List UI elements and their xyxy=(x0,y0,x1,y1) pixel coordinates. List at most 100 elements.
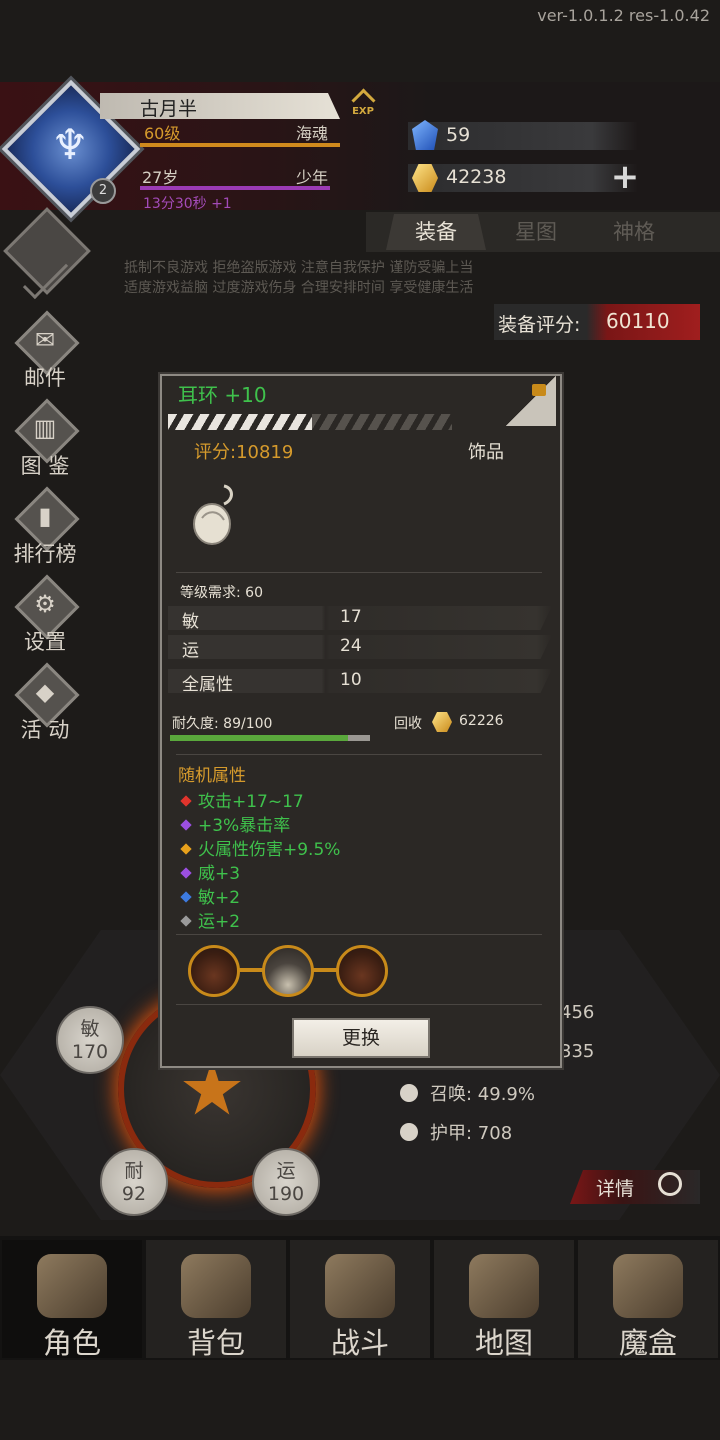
random-attribute-text: +3%暴击率 xyxy=(198,816,291,836)
nav-backpack[interactable]: 背包 xyxy=(146,1240,286,1360)
gem-socket[interactable] xyxy=(336,945,388,997)
nav-map-label: 地图 xyxy=(474,1326,533,1360)
details-label[interactable]: 详情 xyxy=(596,1174,634,1201)
nav-battle-label: 战斗 xyxy=(330,1326,389,1360)
random-attribute: 火属性伤害+9.5% xyxy=(180,835,341,860)
gear-icon: ⚙ xyxy=(34,590,56,618)
nav-magic-box[interactable]: 魔盒 xyxy=(578,1240,718,1360)
player-class: 海魂 xyxy=(296,124,329,143)
nav-battle[interactable]: 战斗 xyxy=(290,1240,430,1360)
replace-button[interactable]: 更换 xyxy=(292,1018,430,1058)
separator xyxy=(176,754,542,755)
magic-box-icon xyxy=(613,1254,683,1318)
level-requirement: 等级需求: 60 xyxy=(180,585,263,601)
stat-endurance[interactable]: 耐 92 xyxy=(100,1148,168,1216)
right-stat-1: 456 xyxy=(560,1002,595,1023)
avatar-badge: 2 xyxy=(90,178,116,204)
socket-link xyxy=(236,968,264,972)
attribute-value: 17 xyxy=(340,607,362,627)
random-attribute-text: 火属性伤害+9.5% xyxy=(198,840,341,860)
lock-toggle[interactable] xyxy=(506,376,556,426)
bar-chart-icon: ▮ xyxy=(38,502,52,530)
gray-gem-icon xyxy=(180,915,192,927)
earring-icon xyxy=(193,484,233,545)
exp-icon[interactable]: EXP xyxy=(350,92,376,118)
enhance-progress xyxy=(168,414,312,430)
menu-mail[interactable]: ✉ 邮件 xyxy=(8,310,82,390)
random-attribute-text: 运+2 xyxy=(198,912,241,932)
random-attributes-title: 随机属性 xyxy=(178,766,246,786)
durability-bar-fill xyxy=(170,735,348,741)
stat-agility[interactable]: 敏 170 xyxy=(56,1006,124,1074)
red-gem-icon xyxy=(180,795,192,807)
name-plate xyxy=(100,93,340,119)
attribute-value: 24 xyxy=(340,636,362,656)
stat-luck-name: 运 xyxy=(276,1160,296,1182)
lock-icon xyxy=(532,384,546,396)
tab-equipment[interactable]: 装备 xyxy=(386,214,486,250)
equip-score-value: 60110 xyxy=(606,309,670,333)
summon-stat-text: 召唤: 49.9% xyxy=(430,1084,535,1105)
random-attribute-text: 攻击+17~17 xyxy=(198,792,304,812)
random-attribute: 威+3 xyxy=(180,859,241,884)
blue-gem-icon xyxy=(180,891,192,903)
tab-star-map[interactable]: 星图 xyxy=(486,214,586,250)
version-label: ver-1.0.1.2 res-1.0.42 xyxy=(537,6,710,25)
menu-settings[interactable]: ⚙ 设置 xyxy=(8,574,82,654)
recycle-label: 回收 xyxy=(394,716,422,732)
random-attribute: +3%暴击率 xyxy=(180,811,291,836)
separator xyxy=(176,934,542,935)
menu-codex[interactable]: ▥ 图 鉴 xyxy=(8,398,82,478)
gem-count: 59 xyxy=(446,124,471,146)
menu-settings-label: 设置 xyxy=(24,630,66,654)
trident-icon: ♆ xyxy=(51,120,89,169)
stat-agility-name: 敏 xyxy=(80,1018,100,1040)
menu-ranking[interactable]: ▮ 排行榜 xyxy=(8,486,82,566)
purple-gem-icon xyxy=(180,867,192,879)
add-currency-icon[interactable]: + xyxy=(608,160,642,194)
random-attribute-text: 威+3 xyxy=(198,864,241,884)
gem-socket[interactable] xyxy=(188,945,240,997)
gold-currency-bar xyxy=(408,164,638,192)
scroll-map-icon xyxy=(469,1254,539,1318)
mail-icon: ✉ xyxy=(34,326,56,354)
nav-map[interactable]: 地图 xyxy=(434,1240,574,1360)
right-stat-2: 335 xyxy=(560,1041,595,1062)
age-bar xyxy=(140,186,330,190)
gem-currency-bar xyxy=(408,122,638,150)
stat-agility-value: 170 xyxy=(71,1041,109,1063)
orange-gem-icon xyxy=(180,843,192,855)
menu-events[interactable]: ◆ 活 动 xyxy=(8,662,82,742)
random-attribute: 敏+2 xyxy=(180,883,241,908)
level-bar xyxy=(140,143,340,147)
tab-divinity[interactable]: 神格 xyxy=(584,214,684,250)
menu-codex-label: 图 鉴 xyxy=(20,454,70,478)
armor-icon xyxy=(400,1123,418,1141)
gem-socket[interactable] xyxy=(262,945,314,997)
backpack-icon xyxy=(181,1254,251,1318)
nav-character-label: 角色 xyxy=(42,1326,101,1360)
random-attribute-text: 敏+2 xyxy=(198,888,241,908)
nav-magic-box-label: 魔盒 xyxy=(618,1326,677,1360)
attribute-name: 全属性 xyxy=(182,675,233,695)
health-notice-line-2: 适度游戏益脑 过度游戏伤身 合理安排时间 享受健康生活 xyxy=(124,280,474,296)
recycle-value: 62226 xyxy=(459,713,504,729)
enhance-progress-remaining xyxy=(312,414,452,430)
nav-character[interactable]: 角色 xyxy=(2,1240,142,1360)
search-icon[interactable] xyxy=(658,1172,682,1196)
separator xyxy=(176,572,542,573)
item-title: 耳环 +10 xyxy=(178,383,267,407)
event-icon: ◆ xyxy=(35,678,55,706)
stat-luck[interactable]: 运 190 xyxy=(252,1148,320,1216)
book-icon: ▥ xyxy=(33,414,57,442)
player-level: 60级 xyxy=(144,124,181,143)
armor-stat: 护甲: 708 xyxy=(400,1119,512,1145)
gold-count: 42238 xyxy=(446,166,507,188)
helmet-icon xyxy=(37,1254,107,1318)
equip-score-label: 装备评分: xyxy=(498,314,581,336)
player-name: 古月半 xyxy=(140,98,198,120)
stat-luck-value: 190 xyxy=(267,1183,305,1205)
armor-stat-text: 护甲: 708 xyxy=(430,1123,513,1144)
random-attribute: 攻击+17~17 xyxy=(180,787,304,812)
health-notice-line-1: 抵制不良游戏 拒绝盗版游戏 注意自我保护 谨防受骗上当 xyxy=(124,260,474,276)
